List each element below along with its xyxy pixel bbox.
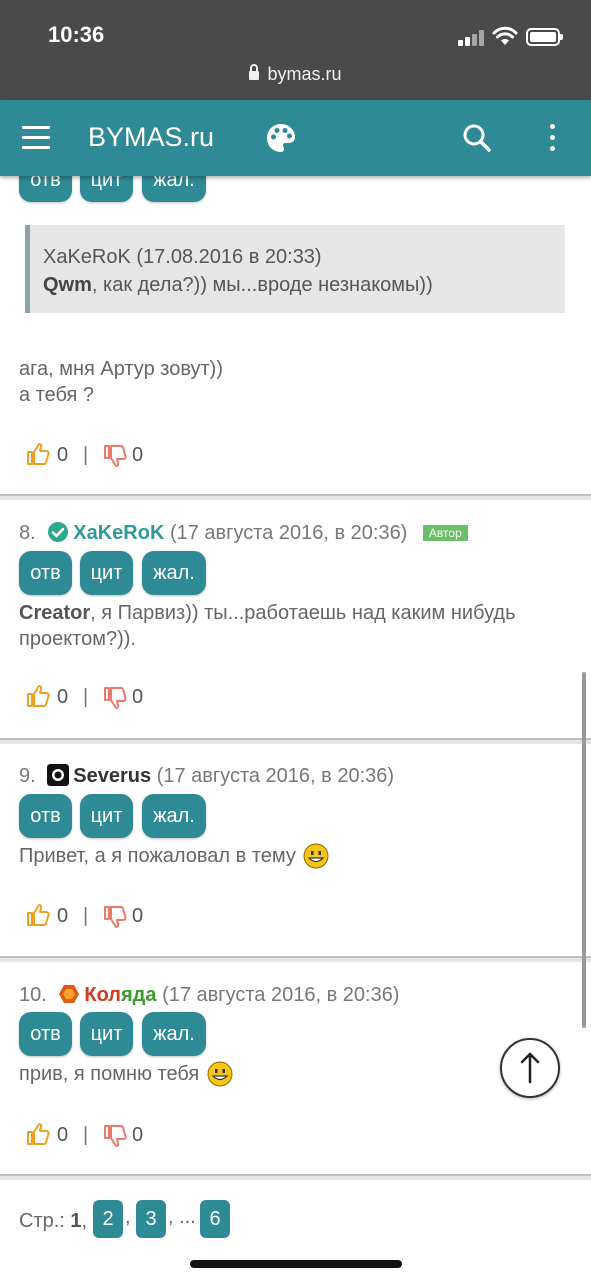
quote-header: XaKeRoK (17.08.2016 в 20:33) — [43, 246, 322, 268]
vote-separator: | — [83, 444, 89, 466]
thumbs-up-icon[interactable] — [26, 442, 50, 466]
thumbs-up-icon[interactable] — [26, 1122, 50, 1146]
grin-emoji-icon — [303, 843, 329, 869]
quote-mention[interactable]: Qwm — [43, 274, 92, 296]
post-body: прив, я помню тебя — [19, 1063, 200, 1085]
like-count: 0 — [57, 686, 69, 708]
verified-check-icon — [48, 522, 69, 542]
post-number: 8. — [19, 522, 36, 544]
post-divider — [0, 1174, 591, 1180]
vote-separator: | — [83, 905, 89, 927]
like-count: 0 — [57, 905, 69, 927]
status-bar: 10:36 bymas.ru — [0, 0, 591, 100]
reply-button[interactable]: отв — [19, 1012, 72, 1056]
report-button[interactable]: жал. — [142, 551, 206, 595]
post-divider — [0, 738, 591, 744]
quote-text: , как дела?)) мы...вроде незнакомы)) — [91, 274, 433, 296]
report-button[interactable]: жал. — [142, 1012, 206, 1056]
reply-button[interactable]: отв — [19, 551, 72, 595]
thumbs-down-icon[interactable] — [103, 905, 127, 929]
page-link-6[interactable]: 6 — [200, 1200, 230, 1238]
post-text-line: ага, мня Артур зовут)) — [19, 358, 223, 380]
post-text: Привет, а я пожаловал в тему — [19, 843, 329, 869]
url-text: bymas.ru — [267, 64, 342, 84]
post-header: 8. XaKeRoK (17 августа 2016, в 20:36) Ав… — [19, 519, 468, 547]
like-count: 0 — [57, 444, 69, 466]
scroll-to-top-button[interactable] — [500, 1038, 560, 1098]
page-link-3[interactable]: 3 — [136, 1200, 166, 1238]
quote-button[interactable]: цит — [80, 176, 133, 202]
vote-separator: | — [83, 1124, 89, 1146]
post-text: Creator, я Парвиз)) ты...работаешь над к… — [19, 600, 559, 652]
post-date: (17 августа 2016, в 20:36) — [162, 984, 400, 1006]
post-header: 10. Коляда (17 августа 2016, в 20:36) — [19, 981, 399, 1009]
report-button[interactable]: жал. — [142, 794, 206, 838]
post-date: (17 августа 2016, в 20:36) — [156, 765, 395, 787]
post-body: , я Парвиз)) ты...работаешь над каким ни… — [19, 602, 516, 650]
username[interactable]: Коляда — [84, 984, 156, 1006]
pagination-ellipsis: , ... — [168, 1206, 196, 1228]
more-vert-icon[interactable] — [546, 124, 558, 154]
user-avatar-icon — [47, 764, 70, 786]
dislike-count: 0 — [132, 686, 144, 708]
mention-link[interactable]: Creator — [19, 602, 90, 624]
post-text: прив, я помню тебя — [19, 1061, 233, 1087]
post-divider — [0, 956, 591, 962]
reply-button[interactable]: отв — [19, 176, 72, 202]
status-time: 10:36 — [48, 22, 105, 47]
post-divider — [0, 494, 591, 500]
quote-button[interactable]: цит — [80, 794, 133, 838]
reply-button[interactable]: отв — [19, 794, 72, 838]
comments-list: отв цит жал. XaKeRoK (17.08.2016 в 20:33… — [0, 176, 591, 1280]
lock-icon — [249, 64, 260, 80]
palette-icon[interactable] — [265, 122, 297, 154]
username-part: Кол — [84, 984, 122, 1006]
cellular-signal-icon — [458, 30, 484, 46]
thumbs-down-icon[interactable] — [103, 1124, 127, 1148]
thumbs-down-icon[interactable] — [103, 686, 127, 710]
quote-button[interactable]: цит — [80, 551, 133, 595]
post-header: 9. Severus (17 августа 2016, в 20:36) — [19, 762, 394, 790]
like-count: 0 — [57, 1124, 69, 1146]
page-link-2[interactable]: 2 — [93, 1200, 123, 1238]
user-avatar-icon — [59, 985, 80, 1003]
thumbs-down-icon[interactable] — [103, 444, 127, 468]
quote-button[interactable]: цит — [80, 1012, 133, 1056]
dislike-count: 0 — [132, 905, 144, 927]
pagination-comma: , — [81, 1210, 88, 1232]
scrollbar[interactable] — [582, 672, 586, 1028]
post-body: Привет, а я пожаловал в тему — [19, 845, 296, 867]
dislike-count: 0 — [132, 1124, 144, 1146]
quoted-message: XaKeRoK (17.08.2016 в 20:33) Qwm, как де… — [25, 225, 565, 313]
thumbs-up-icon[interactable] — [26, 684, 50, 708]
search-icon[interactable] — [462, 123, 492, 153]
vote-separator: | — [83, 686, 89, 708]
ellipsis-text: ... — [179, 1206, 196, 1228]
current-page: 1 — [70, 1210, 82, 1232]
username-part: яда — [121, 984, 157, 1006]
app-bar: BYMAS.ru — [0, 100, 591, 176]
arrow-up-icon — [520, 1052, 540, 1084]
post-number: 9. — [19, 765, 36, 787]
pagination-label: Стр.: — [19, 1210, 65, 1232]
dislike-count: 0 — [132, 444, 144, 466]
pagination: Стр.: 1, — [19, 1203, 87, 1239]
home-indicator[interactable] — [190, 1260, 402, 1268]
menu-icon[interactable] — [22, 126, 50, 150]
site-title[interactable]: BYMAS.ru — [88, 122, 214, 153]
post-number: 10. — [19, 984, 47, 1006]
post-text: ага, мня Артур зовут)) а тебя ? — [19, 356, 223, 408]
pagination-comma: , — [125, 1206, 131, 1228]
thumbs-up-icon[interactable] — [26, 903, 50, 927]
username[interactable]: XaKeRoK — [73, 522, 164, 544]
post-date: (17 августа 2016, в 20:36) — [169, 522, 408, 544]
username[interactable]: Severus — [73, 765, 151, 787]
wifi-icon — [492, 26, 518, 45]
post-text-line: а тебя ? — [19, 384, 95, 406]
battery-icon — [526, 28, 563, 46]
url-bar[interactable]: bymas.ru — [0, 64, 591, 85]
grin-emoji-icon — [207, 1061, 233, 1087]
report-button[interactable]: жал. — [142, 176, 206, 202]
author-badge: Автор — [422, 525, 468, 541]
